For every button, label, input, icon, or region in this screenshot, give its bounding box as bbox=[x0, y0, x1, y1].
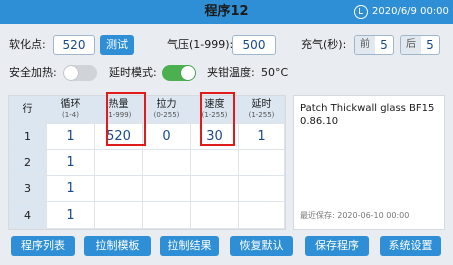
pull-cell[interactable]: 0 bbox=[143, 124, 191, 150]
col-header-pull: 拉力 (0-255) bbox=[143, 96, 191, 124]
front-label: 前 bbox=[355, 36, 375, 54]
cycle-cell[interactable]: 1 bbox=[47, 202, 95, 229]
pull-cell[interactable] bbox=[143, 150, 191, 176]
pull-cell[interactable] bbox=[143, 202, 191, 229]
col-header-range: (1-4) bbox=[62, 111, 79, 119]
datetime: 2020/6/9 00:00 bbox=[372, 6, 449, 17]
system-settings-button[interactable]: 系统设置 bbox=[380, 236, 441, 256]
program-list-button[interactable]: 程序列表 bbox=[11, 236, 75, 256]
row-number: 1 bbox=[9, 124, 47, 150]
safety-heat-label: 安全加热: bbox=[9, 66, 57, 79]
speed-cell[interactable] bbox=[191, 202, 239, 229]
speed-cell[interactable] bbox=[191, 176, 239, 202]
col-header-range: (0-255) bbox=[153, 111, 180, 119]
delay-cell[interactable] bbox=[239, 150, 285, 176]
inflate-front-field[interactable]: 前 5 bbox=[354, 35, 394, 55]
test-button[interactable]: 测试 bbox=[100, 35, 134, 55]
pull-template-button[interactable]: 拉制模板 bbox=[84, 236, 151, 256]
delay-cell[interactable] bbox=[239, 176, 285, 202]
save-program-button[interactable]: 保存程序 bbox=[305, 236, 369, 256]
speed-column-highlight bbox=[200, 92, 235, 146]
col-header-label: 行 bbox=[22, 104, 33, 115]
heat-cell[interactable] bbox=[95, 150, 143, 176]
delay-mode-label: 延时模式: bbox=[109, 66, 157, 79]
col-header-label: 循环 bbox=[60, 99, 81, 110]
row-number: 2 bbox=[9, 150, 47, 176]
program-table: 行 循环 (1-4) 热量 (1-999) 拉力 (0-255) 速度 (1-2… bbox=[8, 95, 286, 230]
col-header-label: 延时 bbox=[251, 99, 272, 110]
toggle-knob bbox=[64, 66, 78, 80]
safety-heat-toggle[interactable] bbox=[63, 65, 97, 81]
last-saved-text: 最近保存: 2020-06-10 00:00 bbox=[300, 211, 410, 220]
pull-cell[interactable] bbox=[143, 176, 191, 202]
cycle-cell[interactable]: 1 bbox=[47, 124, 95, 150]
softening-point-input[interactable]: 520 bbox=[53, 35, 95, 55]
delay-mode-toggle[interactable] bbox=[162, 65, 196, 81]
heat-cell[interactable] bbox=[95, 176, 143, 202]
pressure-label: 气压(1-999): bbox=[167, 38, 234, 51]
pressure-input[interactable]: 500 bbox=[232, 35, 276, 55]
col-header-delay: 延时 (1-255) bbox=[239, 96, 285, 124]
front-value[interactable]: 5 bbox=[375, 36, 393, 54]
back-label: 后 bbox=[401, 36, 421, 54]
pull-result-button[interactable]: 拉制结果 bbox=[160, 236, 219, 256]
col-header-label: 拉力 bbox=[156, 99, 177, 110]
clock-icon bbox=[354, 5, 368, 19]
col-header-row: 行 bbox=[9, 96, 47, 124]
inflate-back-field[interactable]: 后 5 bbox=[400, 35, 440, 55]
clamp-temp-value: 50°C bbox=[261, 66, 289, 79]
program-note-panel[interactable]: Patch Thickwall glass BF150.86.10 最近保存: … bbox=[293, 95, 445, 230]
clamp-temp-label: 夹钳温度: bbox=[207, 66, 255, 79]
cycle-cell[interactable]: 1 bbox=[47, 150, 95, 176]
back-value[interactable]: 5 bbox=[421, 36, 439, 54]
row-number: 4 bbox=[9, 202, 47, 229]
softening-point-label: 软化点: bbox=[9, 38, 46, 51]
delay-cell[interactable]: 1 bbox=[239, 124, 285, 150]
heat-column-highlight bbox=[106, 92, 146, 146]
col-header-range: (1-255) bbox=[248, 111, 275, 119]
restore-default-button[interactable]: 恢复默认 bbox=[230, 236, 293, 256]
speed-cell[interactable] bbox=[191, 150, 239, 176]
inflate-label: 充气(秒): bbox=[301, 38, 347, 51]
program-note-text[interactable]: Patch Thickwall glass BF150.86.10 bbox=[300, 102, 440, 128]
col-header-cycle: 循环 (1-4) bbox=[47, 96, 95, 124]
row-number: 3 bbox=[9, 176, 47, 202]
heat-cell[interactable] bbox=[95, 202, 143, 229]
delay-cell[interactable] bbox=[239, 202, 285, 229]
toggle-knob bbox=[181, 66, 195, 80]
cycle-cell[interactable]: 1 bbox=[47, 176, 95, 202]
